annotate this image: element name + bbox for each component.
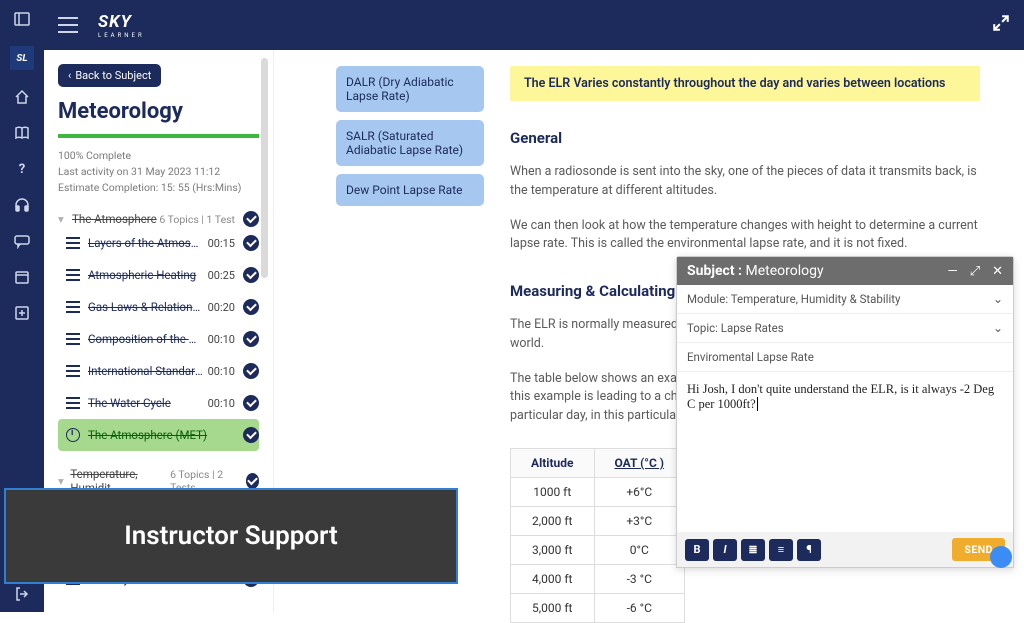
brand-name: SKY [98, 12, 132, 32]
instructor-support-banner: Instructor Support [4, 488, 458, 584]
italic-button[interactable]: I [713, 539, 737, 561]
list-button[interactable]: ≡ [769, 539, 793, 561]
list-icon [66, 269, 80, 281]
oat-table: AltitudeOAT (°C ) 1000 ft+6°C 2,000 ft+3… [510, 448, 685, 623]
table-row: 2,000 ft+3°C [511, 506, 685, 535]
expand-icon[interactable]: ⤢ [970, 264, 980, 279]
chevron-left-icon: ‹ [68, 69, 71, 82]
chat-textarea[interactable]: Hi Josh, I don't quite understand the EL… [677, 372, 1013, 532]
check-icon [243, 427, 259, 443]
rail-logo-icon[interactable]: SL [10, 46, 34, 70]
expand-icon[interactable] [992, 14, 1010, 36]
topic-isa[interactable]: International Standard Atmos...00:10 [58, 355, 259, 387]
list-icon [66, 365, 80, 377]
estimate-text: Estimate Completion: 15: 55 (Hrs:Mins) [58, 180, 259, 196]
topic-watercycle[interactable]: The Water Cycle00:10 [58, 387, 259, 419]
home-icon[interactable] [13, 88, 31, 106]
chip-dewpoint[interactable]: Dew Point Lapse Rate [336, 174, 484, 206]
progress-bar [58, 134, 259, 138]
section-atmosphere[interactable]: ▾ The Atmosphere 6 Topics | 1 Test [58, 211, 259, 227]
back-label: Back to Subject [75, 69, 151, 82]
help-icon[interactable]: ? [13, 160, 31, 178]
list-icon [66, 237, 80, 249]
logout-icon[interactable] [0, 586, 44, 602]
chevron-down-icon: ⌄ [993, 292, 1003, 306]
chevron-down-icon: ▾ [58, 212, 68, 226]
check-icon [243, 211, 259, 227]
last-activity: Last activity on 31 May 2023 11:12 [58, 164, 259, 180]
chat-title: Subject : Meteorology [687, 263, 824, 279]
minimize-icon[interactable]: — [948, 264, 958, 279]
list-icon [66, 333, 80, 345]
table-row: 1000 ft+6°C [511, 477, 685, 506]
chevron-down-icon: ▾ [58, 474, 66, 488]
book-icon[interactable] [13, 124, 31, 142]
info-icon [66, 428, 80, 442]
bold-button[interactable]: B [685, 539, 709, 561]
check-icon [243, 299, 259, 315]
check-icon [243, 267, 259, 283]
topic-layers[interactable]: Layers of the Atmosphere00:15 [58, 227, 259, 259]
close-icon[interactable]: ✕ [992, 264, 1003, 279]
subject-meta: 100% Complete Last activity on 31 May 20… [58, 148, 259, 195]
brand-logo: SKY LEARNER [98, 12, 145, 39]
topic-composition[interactable]: Composition of the Atmosphe...00:10 [58, 323, 259, 355]
chat-module-select[interactable]: Module: Temperature, Humidity & Stabilit… [677, 285, 1013, 314]
chat-popup: Subject : Meteorology — ⤢ ✕ Module: Temp… [676, 256, 1014, 568]
chat-header[interactable]: Subject : Meteorology — ⤢ ✕ [677, 257, 1013, 285]
topic-atmosphere-met[interactable]: The Atmosphere (MET) [58, 419, 259, 451]
topic-gaslaws[interactable]: Gas Laws & Relationships00:20 [58, 291, 259, 323]
paragraph: When a radiosonde is sent into the sky, … [510, 163, 980, 201]
headphones-icon[interactable] [13, 196, 31, 214]
check-icon [243, 235, 259, 251]
list-icon [66, 301, 80, 313]
lapse-rate-panel: DALR (Dry Adiabatic Lapse Rate) SALR (Sa… [274, 50, 504, 214]
check-icon [243, 363, 259, 379]
chat-icon[interactable] [13, 232, 31, 250]
add-icon[interactable] [13, 304, 31, 322]
section-info: 6 Topics | 1 Test [159, 213, 235, 226]
heading-general: General [510, 129, 980, 147]
table-row: 3,000 ft0°C [511, 535, 685, 564]
format-button[interactable]: ¶ [797, 539, 821, 561]
topic-heating[interactable]: Atmospheric Heating00:25 [58, 259, 259, 291]
paragraph: We can then look at how the temperature … [510, 217, 980, 255]
table-row: 4,000 ft-3 °C [511, 564, 685, 593]
calendar-icon[interactable] [13, 268, 31, 286]
align-button[interactable]: ≣ [741, 539, 765, 561]
chat-bubble-icon[interactable] [990, 546, 1012, 568]
th-oat: OAT (°C ) [594, 448, 685, 477]
panel-icon[interactable] [13, 10, 31, 28]
back-button[interactable]: ‹ Back to Subject [58, 64, 161, 87]
brand-tagline: LEARNER [98, 32, 145, 39]
chip-salr[interactable]: SALR (Saturated Adiabatic Lapse Rate) [336, 120, 484, 166]
scrollbar[interactable] [261, 58, 268, 278]
chip-dalr[interactable]: DALR (Dry Adiabatic Lapse Rate) [336, 66, 484, 112]
chat-topic-select[interactable]: Topic: Lapse Rates⌄ [677, 314, 1013, 343]
chat-subtopic: Enviromental Lapse Rate [677, 343, 1013, 372]
chat-toolbar: B I ≣ ≡ ¶ SEND [677, 532, 1013, 567]
progress-text: 100% Complete [58, 148, 259, 164]
menu-icon[interactable] [58, 17, 78, 33]
table-row: 5,000 ft-6 °C [511, 593, 685, 622]
check-icon [246, 473, 259, 489]
section-label: The Atmosphere [72, 212, 157, 226]
chevron-down-icon: ⌄ [993, 321, 1003, 335]
check-icon [243, 395, 259, 411]
check-icon [243, 331, 259, 347]
top-bar: SKY LEARNER [44, 0, 1024, 50]
subject-title: Meteorology [58, 99, 259, 124]
highlight-note: The ELR Varies constantly throughout the… [510, 66, 980, 101]
list-icon [66, 397, 80, 409]
th-altitude: Altitude [511, 448, 595, 477]
